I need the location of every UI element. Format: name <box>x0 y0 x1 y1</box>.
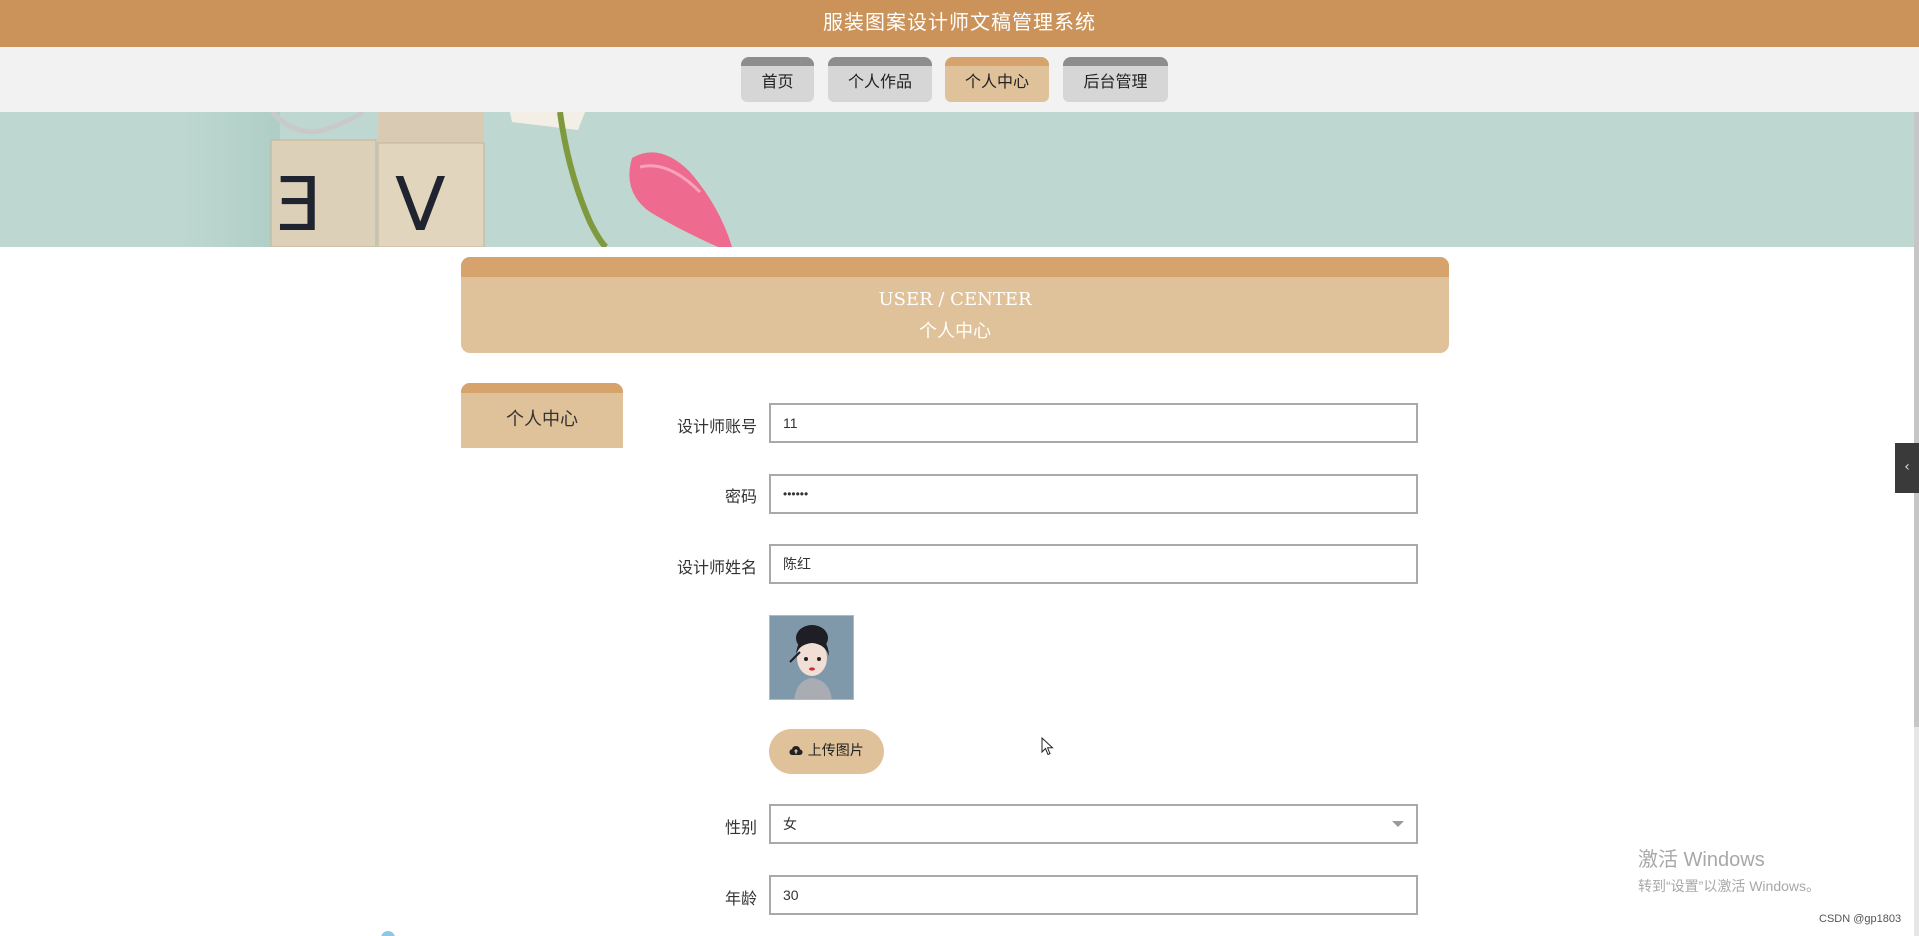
sidebar-item-label: 个人中心 <box>506 409 578 430</box>
tab-user-center-label: 个人中心 <box>964 72 1029 91</box>
side-panel-toggle[interactable]: ‹ <box>1895 443 1919 493</box>
tab-admin[interactable]: 后台管理 <box>1063 57 1168 102</box>
watermark-line-1: 激活 Windows <box>1638 849 1765 871</box>
page-scrollbar[interactable] <box>1914 112 1919 936</box>
account-input[interactable]: 11 <box>769 403 1418 443</box>
cloud-upload-icon <box>789 746 803 755</box>
floating-widget[interactable] <box>381 931 395 936</box>
tab-works[interactable]: 个人作品 <box>828 57 932 102</box>
avatar-image <box>769 615 854 700</box>
app-title-bar: 服装图案设计师文稿管理系统 <box>0 0 1919 47</box>
gender-label: 性别 <box>724 818 757 837</box>
app-title: 服装图案设计师文稿管理系统 <box>823 10 1096 34</box>
activation-watermark: 激活 Windows 转到“设置”以激活 Windows。 <box>1638 843 1820 896</box>
mouse-cursor-icon <box>1041 737 1054 756</box>
user-center-header: USER / CENTER 个人中心 <box>461 257 1449 353</box>
tab-works-label: 个人作品 <box>847 72 912 91</box>
header-title-en: USER / CENTER <box>878 289 1032 310</box>
tile-letter-v: V <box>395 162 446 247</box>
scrollbar-thumb[interactable] <box>1914 112 1919 727</box>
upload-image-button[interactable]: 上传图片 <box>769 729 884 774</box>
upload-image-label: 上传图片 <box>807 743 864 759</box>
tab-user-center[interactable]: 个人中心 <box>945 57 1049 102</box>
sidebar-item-user-center[interactable]: 个人中心 <box>461 383 623 448</box>
tile-letter-e: E <box>275 162 322 247</box>
name-input[interactable]: 陈红 <box>769 544 1418 584</box>
age-label: 年龄 <box>724 889 757 908</box>
chevron-down-icon <box>1392 821 1404 827</box>
gender-select[interactable]: 女 <box>769 804 1418 844</box>
header-strip <box>461 257 1449 277</box>
chevron-left-icon: ‹ <box>1904 459 1910 475</box>
account-label: 设计师账号 <box>676 417 757 436</box>
banner-image: E V <box>0 112 1914 247</box>
tab-admin-label: 后台管理 <box>1083 72 1148 91</box>
credit-text: CSDN @gp1803 <box>1819 913 1902 925</box>
age-input[interactable]: 30 <box>769 875 1418 915</box>
account-input-value: 11 <box>783 415 798 431</box>
tab-home-label: 首页 <box>761 72 794 91</box>
tab-home[interactable]: 首页 <box>741 57 814 102</box>
banner-illustration: E V <box>180 112 732 247</box>
watermark-line-2: 转到“设置”以激活 Windows。 <box>1638 878 1821 894</box>
header-title-cn: 个人中心 <box>919 321 991 342</box>
password-input[interactable]: •••••• <box>769 474 1418 514</box>
age-input-value: 30 <box>783 887 799 903</box>
password-input-value: •••••• <box>783 487 809 501</box>
name-input-value: 陈红 <box>783 556 811 572</box>
password-label: 密码 <box>724 487 757 506</box>
avatar-illustration <box>770 616 853 699</box>
name-label: 设计师姓名 <box>676 558 757 577</box>
main-nav: 首页 个人作品 个人中心 后台管理 <box>0 47 1919 112</box>
gender-select-value: 女 <box>783 816 797 832</box>
